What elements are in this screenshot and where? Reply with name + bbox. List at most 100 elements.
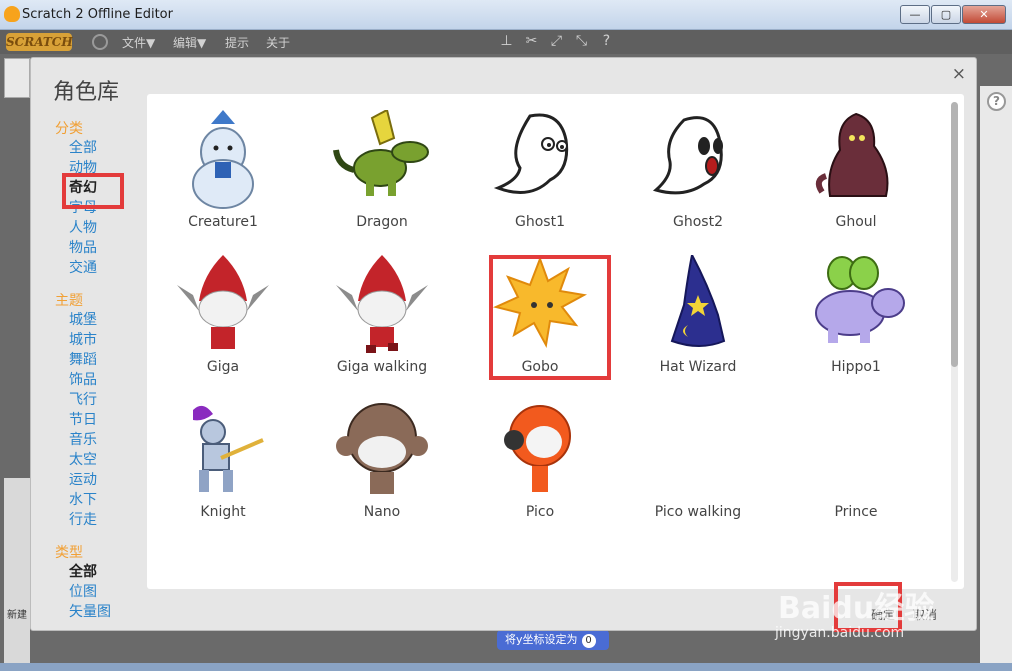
menu-tips[interactable]: 提示 — [225, 34, 249, 51]
sprite-name: Prince — [834, 504, 878, 520]
menu-about[interactable]: 关于 — [266, 34, 290, 51]
window-controls: — ▢ ✕ — [899, 5, 1006, 24]
dragon-thumbnail — [333, 110, 429, 196]
sprite-tile-ghost2[interactable]: Ghost2 — [628, 98, 768, 230]
sprite-name: Knight — [200, 504, 246, 520]
sprite-name: Nano — [363, 504, 401, 520]
minimize-button[interactable]: — — [900, 5, 930, 24]
highlight-box-fantasy — [62, 173, 124, 209]
sprite-tile-pico-walking[interactable]: Pico walking — [628, 388, 768, 520]
sprite-tile-ghoul[interactable]: Ghoul — [786, 98, 926, 230]
close-window-button[interactable]: ✕ — [962, 5, 1006, 24]
knight-thumbnail — [193, 405, 264, 492]
type-bitmap[interactable]: 位图 — [55, 582, 145, 602]
language-globe-icon[interactable] — [92, 34, 108, 50]
sprite-tile-ghost1[interactable]: Ghost1 — [470, 98, 610, 230]
toolbar-icons: ⊥ ✂ ⤢ ⤡ ? — [498, 33, 615, 50]
shrink-icon[interactable]: ⤡ — [573, 33, 590, 50]
sprite-grid: Creature1 Dragon Ghost1 Ghost2 Ghoul Gig… — [147, 94, 964, 589]
highlight-box-gobo — [489, 255, 611, 380]
set-y-block[interactable]: 将y坐标设定为 0 — [497, 630, 609, 650]
menu-edit[interactable]: 编辑▼ — [173, 34, 206, 51]
taskbar-strip — [0, 663, 1012, 671]
theme-walking[interactable]: 行走 — [55, 510, 145, 530]
sprite-name: Ghost1 — [515, 214, 565, 230]
sprite-tile-nano[interactable]: Nano — [312, 388, 452, 520]
sprite-name: Giga walking — [336, 359, 428, 375]
sprite-tile-pico[interactable]: Pico — [470, 388, 610, 520]
pico-thumbnail — [504, 405, 571, 492]
theme-sports[interactable]: 运动 — [55, 470, 145, 490]
new-sprite-label: 新建 — [7, 610, 27, 621]
sprite-tile-hippo1[interactable]: Hippo1 — [786, 243, 926, 375]
sprite-name: Hippo1 — [831, 359, 881, 375]
type-all[interactable]: 全部 — [55, 562, 145, 582]
baidu-watermark: Baidu经验 — [778, 591, 935, 626]
category-people[interactable]: 人物 — [55, 218, 145, 238]
theme-underwater[interactable]: 水下 — [55, 490, 145, 510]
set-y-block-text: 将y坐标设定为 — [505, 633, 578, 646]
window-titlebar: Scratch 2 Offline Editor — ▢ ✕ — [0, 0, 1012, 30]
stage-thumbnail — [4, 58, 30, 98]
ghost1-thumbnail — [493, 113, 569, 194]
menubar: SCRATCH 文件▼ 编辑▼ 提示 关于 ⊥ ✂ ⤢ ⤡ ? — [0, 30, 1012, 54]
sprite-tile-hat-wizard[interactable]: Hat Wizard — [628, 243, 768, 375]
scripts-area-edge — [980, 86, 1012, 666]
theme-music[interactable]: 音乐 — [55, 430, 145, 450]
sprite-name: Ghoul — [835, 214, 877, 230]
type-vector[interactable]: 矢量图 — [55, 602, 145, 622]
dialog-title: 角色库 — [53, 80, 120, 105]
theme-flying[interactable]: 飞行 — [55, 390, 145, 410]
help-icon[interactable]: ? — [598, 33, 615, 50]
hat-wizard-thumbnail — [670, 255, 726, 347]
duplicate-stamp-icon[interactable]: ⊥ — [498, 33, 515, 50]
giga-walking-thumbnail — [336, 255, 428, 353]
sprite-name: Dragon — [356, 214, 408, 230]
sprite-name: Creature1 — [188, 214, 258, 230]
ghoul-thumbnail — [815, 112, 889, 197]
theme-city[interactable]: 城市 — [55, 330, 145, 350]
grid-scrollbar[interactable] — [951, 102, 958, 582]
category-things[interactable]: 物品 — [55, 238, 145, 258]
theme-dance[interactable]: 舞蹈 — [55, 350, 145, 370]
help-circle-icon[interactable]: ? — [987, 92, 1006, 111]
sprite-tile-prince[interactable]: Prince — [786, 388, 926, 520]
sprite-tile-creature1[interactable]: Creature1 — [153, 98, 293, 230]
watermark-url: jingyan.baidu.com — [775, 625, 905, 641]
sprite-tile-giga-walking[interactable]: Giga walking — [312, 243, 452, 375]
ghost2-thumbnail — [652, 116, 723, 195]
maximize-button[interactable]: ▢ — [931, 5, 961, 24]
set-y-block-value[interactable]: 0 — [581, 634, 596, 648]
sprite-tile-knight[interactable]: Knight — [153, 388, 293, 520]
theme-dress-up[interactable]: 饰品 — [55, 370, 145, 390]
scratch-cat-icon — [4, 6, 20, 22]
sprite-library-dialog: 角色库 × 分类 全部 动物 奇幻 字母 人物 物品 交通 主题 城堡 城市 舞… — [30, 57, 977, 631]
delete-scissors-icon[interactable]: ✂ — [523, 33, 540, 50]
scroll-thumb[interactable] — [951, 102, 958, 367]
sprite-tile-giga[interactable]: Giga — [153, 243, 293, 375]
creature1-thumbnail — [192, 110, 254, 209]
sprite-name: Hat Wizard — [659, 359, 737, 375]
category-all[interactable]: 全部 — [55, 138, 145, 158]
sprite-tile-dragon[interactable]: Dragon — [312, 98, 452, 230]
theme-space[interactable]: 太空 — [55, 450, 145, 470]
window-title: Scratch 2 Offline Editor — [22, 7, 173, 22]
grow-icon[interactable]: ⤢ — [548, 33, 565, 50]
theme-castle[interactable]: 城堡 — [55, 310, 145, 330]
type-title: 类型 — [55, 545, 83, 561]
sprite-name: Giga — [206, 359, 240, 375]
sprite-name: Pico — [525, 504, 555, 520]
sprite-name: Ghost2 — [673, 214, 723, 230]
menu-file[interactable]: 文件▼ — [122, 34, 155, 51]
giga-thumbnail — [177, 255, 269, 349]
sprite-pane-edge — [4, 478, 30, 668]
theme-holiday[interactable]: 节日 — [55, 410, 145, 430]
scratch-logo[interactable]: SCRATCH — [6, 33, 73, 51]
hippo1-thumbnail — [815, 256, 905, 343]
category-transport[interactable]: 交通 — [55, 258, 145, 278]
category-title: 分类 — [55, 121, 83, 137]
sprite-name: Pico walking — [654, 504, 742, 520]
dialog-close-icon[interactable]: × — [952, 64, 966, 84]
nano-thumbnail — [336, 403, 428, 494]
theme-title: 主题 — [55, 293, 83, 309]
